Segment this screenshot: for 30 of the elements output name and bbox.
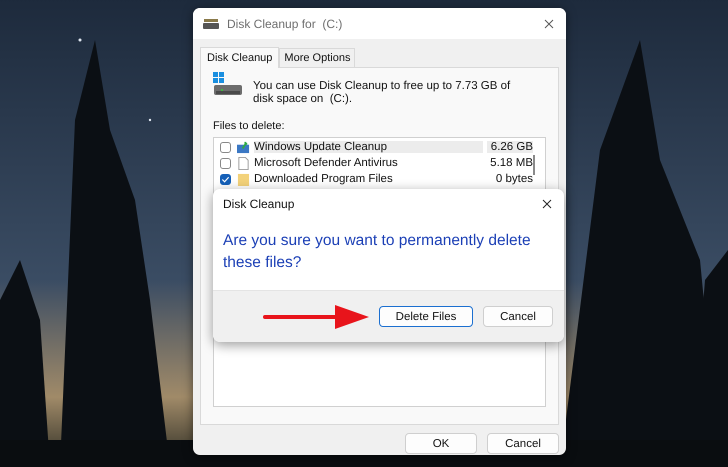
scrollbar-thumb[interactable] — [533, 155, 535, 175]
dialog-button[interactable]: Cancel — [487, 433, 559, 454]
confirm-message: Are you sure you want to permanently delete these files? — [222, 231, 532, 273]
window-title: Disk Cleanup for (C:) — [227, 16, 344, 30]
file-name: Microsoft Defender Antivirus — [254, 157, 399, 169]
file-row[interactable]: Windows Update Cleanup 6.26 GB — [220, 139, 533, 155]
file-size: 6.26 GB — [486, 141, 533, 153]
drive-icon — [203, 18, 219, 30]
document-icon — [237, 156, 250, 170]
checkbox[interactable] — [220, 174, 231, 184]
file-row[interactable]: Downloaded Program Files 0 bytes — [220, 171, 533, 187]
files-label: Files to delete: — [213, 120, 286, 132]
file-row[interactable]: Microsoft Defender Antivirus 5.18 MB — [220, 155, 533, 171]
dialog-button[interactable]: Delete Files — [379, 306, 473, 327]
update-icon — [237, 140, 250, 154]
file-size: 0 bytes — [494, 173, 533, 185]
close-icon[interactable] — [544, 18, 554, 28]
file-name: Downloaded Program Files — [254, 173, 394, 185]
dialog-button[interactable]: Cancel — [483, 306, 553, 327]
tab[interactable]: Disk Cleanup — [200, 47, 280, 68]
dialog-title: Disk Cleanup — [223, 197, 296, 211]
close-icon[interactable] — [542, 199, 552, 209]
file-name: Windows Update Cleanup — [254, 141, 483, 153]
dialog-button[interactable]: OK — [405, 433, 477, 454]
folder-icon — [237, 172, 250, 186]
file-size: 5.18 MB — [489, 157, 533, 169]
summary-text: You can use Disk Cleanup to free up to 7.73 GB of disk space on (C:). — [253, 80, 512, 106]
checkbox[interactable] — [220, 158, 231, 168]
checkbox[interactable] — [220, 142, 231, 152]
tab[interactable]: More Options — [279, 48, 356, 67]
